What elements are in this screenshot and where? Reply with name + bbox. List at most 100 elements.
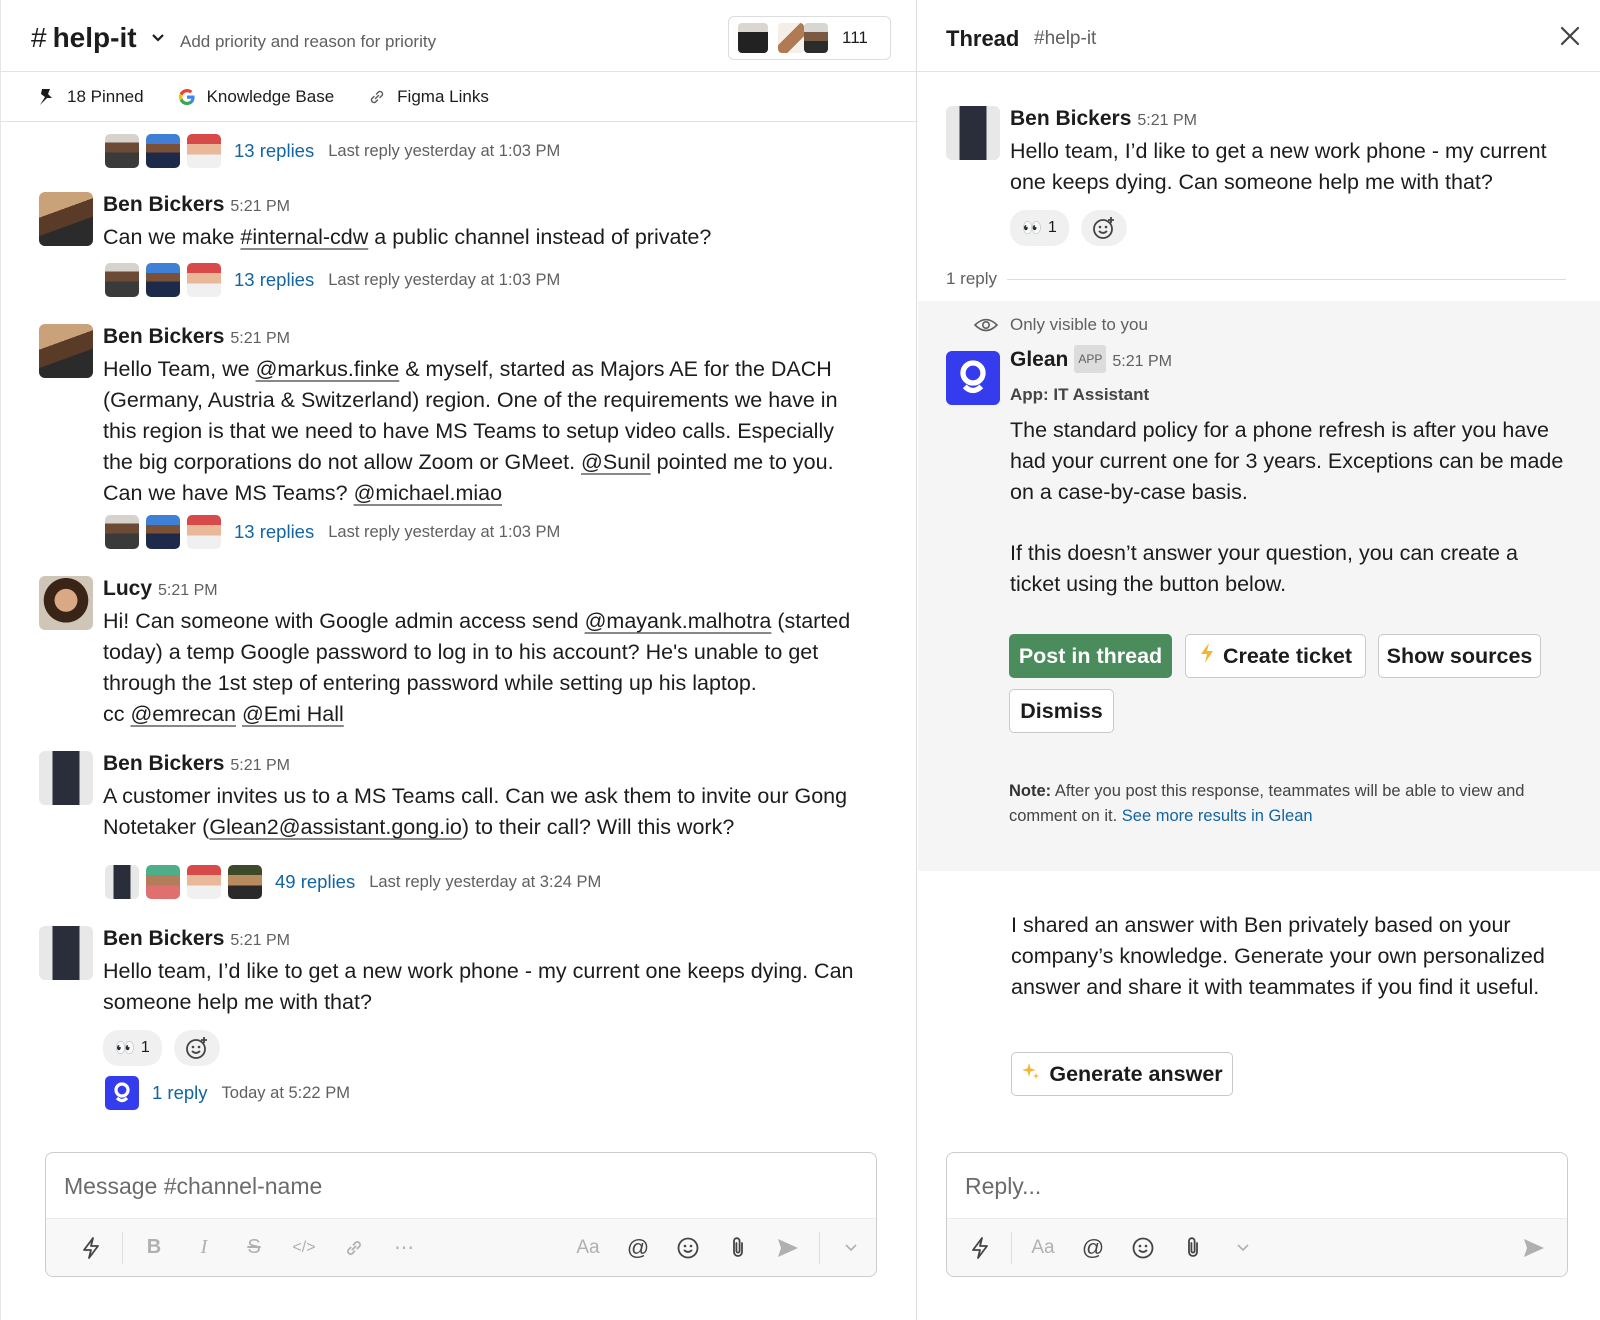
timestamp[interactable]: 5:21 PM xyxy=(1112,353,1172,370)
reply-composer[interactable]: Reply... Aa @ xyxy=(946,1152,1568,1277)
avatar[interactable] xyxy=(39,576,93,630)
create-ticket-button[interactable]: Create ticket xyxy=(1185,634,1366,678)
thread-replies-summary[interactable]: 1 reply Today at 5:22 PM xyxy=(105,1075,350,1111)
timestamp[interactable]: 5:21 PM xyxy=(1137,112,1197,129)
chevron-down-icon[interactable] xyxy=(826,1228,876,1268)
reaction-eyes[interactable]: 👀 1 xyxy=(1010,210,1069,246)
avatar xyxy=(105,515,139,549)
chevron-down-icon[interactable] xyxy=(1218,1228,1268,1268)
thread-channel-link[interactable]: #help-it xyxy=(1034,28,1096,50)
reaction-count: 1 xyxy=(140,1039,150,1056)
thread-replies-summary[interactable]: 13 replies Last reply yesterday at 1:03 … xyxy=(105,262,560,298)
thread-replies-summary[interactable]: 13 replies Last reply yesterday at 1:03 … xyxy=(105,514,560,550)
app-badge: APP xyxy=(1074,345,1107,373)
avatar xyxy=(187,263,221,297)
last-reply-time: Last reply yesterday at 1:03 PM xyxy=(328,141,561,160)
user-mention[interactable]: @Emi Hall xyxy=(242,702,344,726)
reply-count-link[interactable]: 13 replies xyxy=(234,521,314,543)
timestamp[interactable]: 5:21 PM xyxy=(230,932,290,949)
glean-logo-icon[interactable] xyxy=(946,351,1000,405)
author-name[interactable]: Ben Bickers xyxy=(103,325,224,348)
show-sources-button[interactable]: Show sources xyxy=(1378,634,1541,678)
close-icon[interactable] xyxy=(1556,22,1584,50)
code-icon[interactable]: </> xyxy=(279,1228,329,1268)
channel-title[interactable]: # help-it xyxy=(31,22,165,54)
bookmark-pinned[interactable]: 18 Pinned xyxy=(37,87,144,107)
user-mention[interactable]: @emrecan xyxy=(130,702,235,726)
lightning-icon xyxy=(1199,642,1215,670)
message-composer[interactable]: Message #channel-name B I S </> ⋯ Aa @ xyxy=(45,1152,877,1277)
avatar[interactable] xyxy=(39,926,93,980)
timestamp[interactable]: 5:21 PM xyxy=(230,198,290,215)
add-reaction-button[interactable] xyxy=(173,1030,220,1066)
last-reply-time: Last reply yesterday at 3:24 PM xyxy=(369,872,602,891)
avatar[interactable] xyxy=(946,106,1000,160)
channel-link[interactable]: #internal-cdw xyxy=(240,225,368,249)
reply-count-link[interactable]: 1 reply xyxy=(152,1082,208,1104)
user-mention[interactable]: @markus.finke xyxy=(256,357,400,381)
message-body: Glean APP 5:21 PM App: IT Assistant The st… xyxy=(1010,345,1570,600)
app-label: App: IT Assistant xyxy=(1010,385,1150,404)
send-icon[interactable] xyxy=(1509,1228,1559,1268)
more-formatting-icon[interactable]: ⋯ xyxy=(379,1228,429,1268)
message-input[interactable]: Message #channel-name xyxy=(64,1173,322,1200)
reaction-eyes[interactable]: 👀 1 xyxy=(103,1030,162,1066)
channel-topic[interactable]: Add priority and reason for priority xyxy=(180,32,436,52)
reply-input[interactable]: Reply... xyxy=(965,1173,1041,1200)
italic-icon[interactable]: I xyxy=(179,1228,229,1268)
avatar xyxy=(105,134,139,168)
thread-replies-summary[interactable]: 13 replies Last reply yesterday at 1:03 … xyxy=(105,133,560,169)
avatar[interactable] xyxy=(39,324,93,378)
divider xyxy=(1007,278,1566,280)
add-emoji-icon xyxy=(185,1037,207,1059)
reply-count-link[interactable]: 13 replies xyxy=(234,269,314,291)
bold-icon[interactable]: B xyxy=(129,1228,179,1268)
emoji-icon[interactable] xyxy=(663,1228,713,1268)
attach-icon[interactable] xyxy=(713,1228,763,1268)
shortcuts-icon[interactable] xyxy=(955,1228,1005,1268)
timestamp[interactable]: 5:21 PM xyxy=(230,330,290,347)
author-name[interactable]: Ben Bickers xyxy=(103,193,224,216)
dismiss-button[interactable]: Dismiss xyxy=(1009,689,1114,733)
author-name[interactable]: Ben Bickers xyxy=(103,927,224,950)
thread-title: Thread xyxy=(946,26,1020,51)
mention-icon[interactable]: @ xyxy=(613,1228,663,1268)
divider xyxy=(819,1231,820,1264)
author-name[interactable]: Glean xyxy=(1010,348,1068,371)
shortcuts-icon[interactable] xyxy=(66,1228,116,1268)
mention-icon[interactable]: @ xyxy=(1068,1228,1118,1268)
channel-name: help-it xyxy=(52,22,137,53)
user-mention[interactable]: @michael.miao xyxy=(354,481,502,505)
message-text: Hi! Can someone with Google admin access… xyxy=(103,609,851,726)
post-in-thread-button[interactable]: Post in thread xyxy=(1009,634,1172,678)
generate-answer-label: Generate answer xyxy=(1049,1061,1223,1086)
attach-icon[interactable] xyxy=(1168,1228,1218,1268)
text-format-icon[interactable]: Aa xyxy=(1018,1228,1068,1268)
emoji-icon[interactable] xyxy=(1118,1228,1168,1268)
timestamp[interactable]: 5:21 PM xyxy=(158,582,218,599)
see-more-results-link[interactable]: See more results in Glean xyxy=(1122,807,1313,825)
add-reaction-button[interactable] xyxy=(1080,210,1127,246)
avatar xyxy=(187,515,221,549)
avatar[interactable] xyxy=(39,192,93,246)
author-name[interactable]: Lucy xyxy=(103,577,152,600)
thread-replies-summary[interactable]: 49 replies Last reply yesterday at 3:24 … xyxy=(105,864,601,900)
link-icon[interactable] xyxy=(329,1228,379,1268)
author-name[interactable]: Ben Bickers xyxy=(1010,107,1131,130)
members-button[interactable]: 111 xyxy=(728,16,891,60)
generate-answer-button[interactable]: Generate answer xyxy=(1011,1052,1233,1096)
strikethrough-icon[interactable]: S xyxy=(229,1228,279,1268)
user-mention[interactable]: @Sunil xyxy=(581,450,651,474)
author-name[interactable]: Ben Bickers xyxy=(103,752,224,775)
bookmark-knowledge-base[interactable]: Knowledge Base xyxy=(177,87,334,107)
email-link[interactable]: Glean2@assistant.gong.io xyxy=(209,815,462,839)
reply-count-link[interactable]: 13 replies xyxy=(234,140,314,162)
reply-count-link[interactable]: 49 replies xyxy=(275,871,355,893)
send-icon[interactable] xyxy=(763,1228,813,1268)
avatar[interactable] xyxy=(39,751,93,805)
bookmark-figma-links[interactable]: Figma Links xyxy=(367,87,489,107)
user-mention[interactable]: @mayank.malhotra xyxy=(585,609,772,633)
timestamp[interactable]: 5:21 PM xyxy=(230,757,290,774)
sparkles-icon xyxy=(1021,1061,1041,1087)
text-format-icon[interactable]: Aa xyxy=(563,1228,613,1268)
